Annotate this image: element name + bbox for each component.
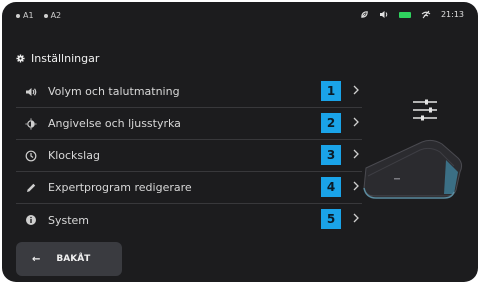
- menu-item-label: System: [48, 213, 90, 227]
- clock-icon: [22, 150, 40, 162]
- device-image: [363, 139, 463, 199]
- clock-time: 21:13: [440, 10, 464, 19]
- menu-item-label: Angivelse och ljusstyrka: [48, 117, 181, 130]
- zone-a1: A1: [16, 11, 34, 20]
- menu-item-expert-program-editor[interactable]: Expertprogram redigerare 4: [16, 172, 362, 204]
- back-button[interactable]: ← BAKÅT: [16, 242, 122, 276]
- chevron-right-icon: [353, 149, 359, 159]
- brightness-icon: [22, 118, 40, 130]
- zone-a1-label: A1: [23, 11, 34, 20]
- settings-sliders-icon: [413, 99, 437, 121]
- menu-item-label: Expertprogram redigerare: [48, 181, 192, 194]
- menu-item-number: 3: [321, 145, 341, 165]
- menu-item-display-brightness[interactable]: Angivelse och ljusstyrka 2: [16, 108, 362, 140]
- chevron-right-icon: [353, 117, 359, 127]
- zone-indicators: A1 A2: [16, 11, 61, 20]
- status-bar: A1 A2 21:13: [2, 2, 478, 28]
- speaker-icon: [22, 87, 40, 97]
- arrow-left-icon: ←: [32, 253, 41, 265]
- chevron-right-icon: [353, 181, 359, 191]
- menu-item-number: 4: [321, 177, 341, 197]
- device-screen: A1 A2 21:13 Inställningar Volym och talu…: [2, 2, 478, 282]
- battery-icon: [398, 11, 411, 18]
- speaker-icon: [379, 11, 388, 18]
- zone-a2-label: A2: [50, 11, 62, 20]
- info-icon: [22, 214, 40, 226]
- page-title-text: Inställningar: [31, 52, 100, 65]
- menu-item-number: 2: [321, 113, 341, 133]
- menu-item-label: Volym och talutmatning: [48, 85, 180, 98]
- wifi-off-icon: [421, 10, 431, 19]
- menu-item-number: 1: [321, 81, 341, 101]
- dot-icon: [16, 13, 20, 18]
- chevron-right-icon: [353, 213, 359, 223]
- dot-icon: [43, 13, 48, 18]
- settings-menu: Volym och talutmatning 1 Angivelse och l…: [16, 76, 362, 236]
- chevron-right-icon: [353, 85, 359, 95]
- gear-icon: [16, 54, 25, 63]
- page-title: Inställningar: [16, 52, 99, 65]
- back-button-label: BAKÅT: [56, 254, 91, 264]
- menu-item-number: 5: [321, 209, 341, 229]
- status-icons: 21:13: [360, 10, 464, 19]
- pencil-icon: [22, 182, 40, 194]
- zone-a2: A2: [43, 11, 62, 20]
- menu-item-label: Klockslag: [48, 149, 100, 162]
- menu-item-volume[interactable]: Volym och talutmatning 1: [16, 76, 362, 108]
- leaf-icon: [361, 11, 368, 18]
- menu-item-system[interactable]: System 5: [16, 204, 362, 236]
- menu-item-clock[interactable]: Klockslag 3: [16, 140, 362, 172]
